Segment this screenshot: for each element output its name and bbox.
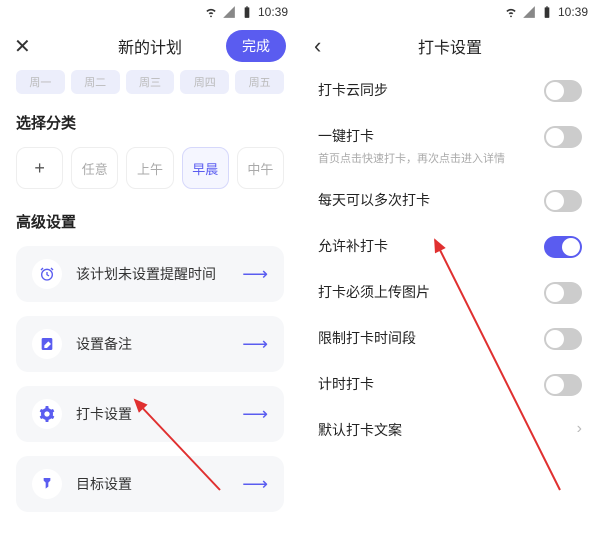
reminder-label: 该计划未设置提醒时间: [76, 264, 242, 284]
label: 默认打卡文案: [318, 420, 577, 440]
label: 一键打卡: [318, 126, 544, 146]
toggle-one-tap[interactable]: [544, 126, 582, 148]
category-early-morning[interactable]: 早晨: [182, 147, 229, 189]
signal-icon: [522, 5, 536, 19]
day-chip[interactable]: 周三: [126, 70, 175, 94]
arrow-icon: ⟶: [242, 264, 268, 285]
category-any[interactable]: 任意: [71, 147, 118, 189]
label: 限制打卡时间段: [318, 328, 544, 348]
toggle-multi-checkin[interactable]: [544, 190, 582, 212]
arrow-icon: ⟶: [242, 334, 268, 355]
chevron-right-icon: ›: [577, 420, 582, 438]
row-limit-time[interactable]: 限制打卡时间段: [318, 316, 582, 362]
signal-icon: [222, 5, 236, 19]
row-require-image[interactable]: 打卡必须上传图片: [318, 270, 582, 316]
label: 计时打卡: [318, 374, 544, 394]
row-allow-makeup[interactable]: 允许补打卡: [318, 224, 582, 270]
status-time: 10:39: [258, 5, 288, 19]
goal-icon: [32, 469, 62, 499]
note-label: 设置备注: [76, 334, 242, 354]
day-chip[interactable]: 周四: [180, 70, 229, 94]
category-morning[interactable]: 上午: [126, 147, 173, 189]
day-chip[interactable]: 周二: [71, 70, 120, 94]
status-bar: 10:39: [300, 0, 600, 24]
header-left: ✕ 新的计划 完成: [0, 24, 300, 68]
label: 打卡云同步: [318, 80, 544, 100]
row-cloud-sync[interactable]: 打卡云同步: [318, 68, 582, 114]
arrow-icon: ⟶: [242, 474, 268, 495]
wifi-icon: [204, 5, 218, 19]
reminder-card[interactable]: 该计划未设置提醒时间 ⟶: [16, 246, 284, 302]
arrow-icon: ⟶: [242, 404, 268, 425]
row-one-tap[interactable]: 一键打卡 首页点击快速打卡，再次点击进入详情: [318, 114, 582, 178]
category-noon[interactable]: 中午: [237, 147, 284, 189]
row-timer-checkin[interactable]: 计时打卡: [318, 362, 582, 408]
goal-card[interactable]: 目标设置 ⟶: [16, 456, 284, 512]
status-bar: 10:39: [0, 0, 300, 24]
category-section-title: 选择分类: [16, 112, 284, 133]
gear-icon: [32, 399, 62, 429]
checkin-label: 打卡设置: [76, 404, 242, 424]
header-right: ‹ 打卡设置: [300, 24, 600, 68]
label: 允许补打卡: [318, 236, 544, 256]
close-icon[interactable]: ✕: [14, 34, 31, 59]
row-multi-checkin[interactable]: 每天可以多次打卡: [318, 178, 582, 224]
wifi-icon: [504, 5, 518, 19]
goal-label: 目标设置: [76, 474, 242, 494]
toggle-allow-makeup[interactable]: [544, 236, 582, 258]
status-time: 10:39: [558, 5, 588, 19]
checkin-settings-card[interactable]: 打卡设置 ⟶: [16, 386, 284, 442]
done-button[interactable]: 完成: [226, 30, 286, 62]
note-icon: [32, 329, 62, 359]
toggle-timer-checkin[interactable]: [544, 374, 582, 396]
day-chip[interactable]: 周五: [235, 70, 284, 94]
label: 每天可以多次打卡: [318, 190, 544, 210]
row-default-copy[interactable]: 默认打卡文案 ›: [318, 408, 582, 452]
add-category-button[interactable]: +: [16, 147, 63, 189]
advanced-section-title: 高级设置: [16, 211, 284, 232]
toggle-limit-time[interactable]: [544, 328, 582, 350]
day-chips-row: 周一 周二 周三 周四 周五: [16, 70, 284, 94]
note-card[interactable]: 设置备注 ⟶: [16, 316, 284, 372]
toggle-cloud-sync[interactable]: [544, 80, 582, 102]
page-title: 打卡设置: [418, 34, 482, 58]
label: 打卡必须上传图片: [318, 282, 544, 302]
screen-checkin-settings: 10:39 ‹ 打卡设置 打卡云同步 一键打卡 首页点击快速打卡，再次点击进入详…: [300, 0, 600, 534]
page-title: 新的计划: [118, 34, 182, 58]
toggle-require-image[interactable]: [544, 282, 582, 304]
right-content: 打卡云同步 一键打卡 首页点击快速打卡，再次点击进入详情 每天可以多次打卡 允许…: [300, 68, 600, 534]
battery-icon: [540, 5, 554, 19]
battery-icon: [240, 5, 254, 19]
screen-new-plan: 10:39 ✕ 新的计划 完成 周一 周二 周三 周四 周五 选择分类 + 任意…: [0, 0, 300, 534]
back-icon[interactable]: ‹: [314, 35, 321, 57]
clock-icon: [32, 259, 62, 289]
day-chip[interactable]: 周一: [16, 70, 65, 94]
left-content: 周一 周二 周三 周四 周五 选择分类 + 任意 上午 早晨 中午 高级设置 该…: [0, 68, 300, 534]
sublabel: 首页点击快速打卡，再次点击进入详情: [318, 150, 544, 166]
category-row: + 任意 上午 早晨 中午: [16, 147, 284, 189]
